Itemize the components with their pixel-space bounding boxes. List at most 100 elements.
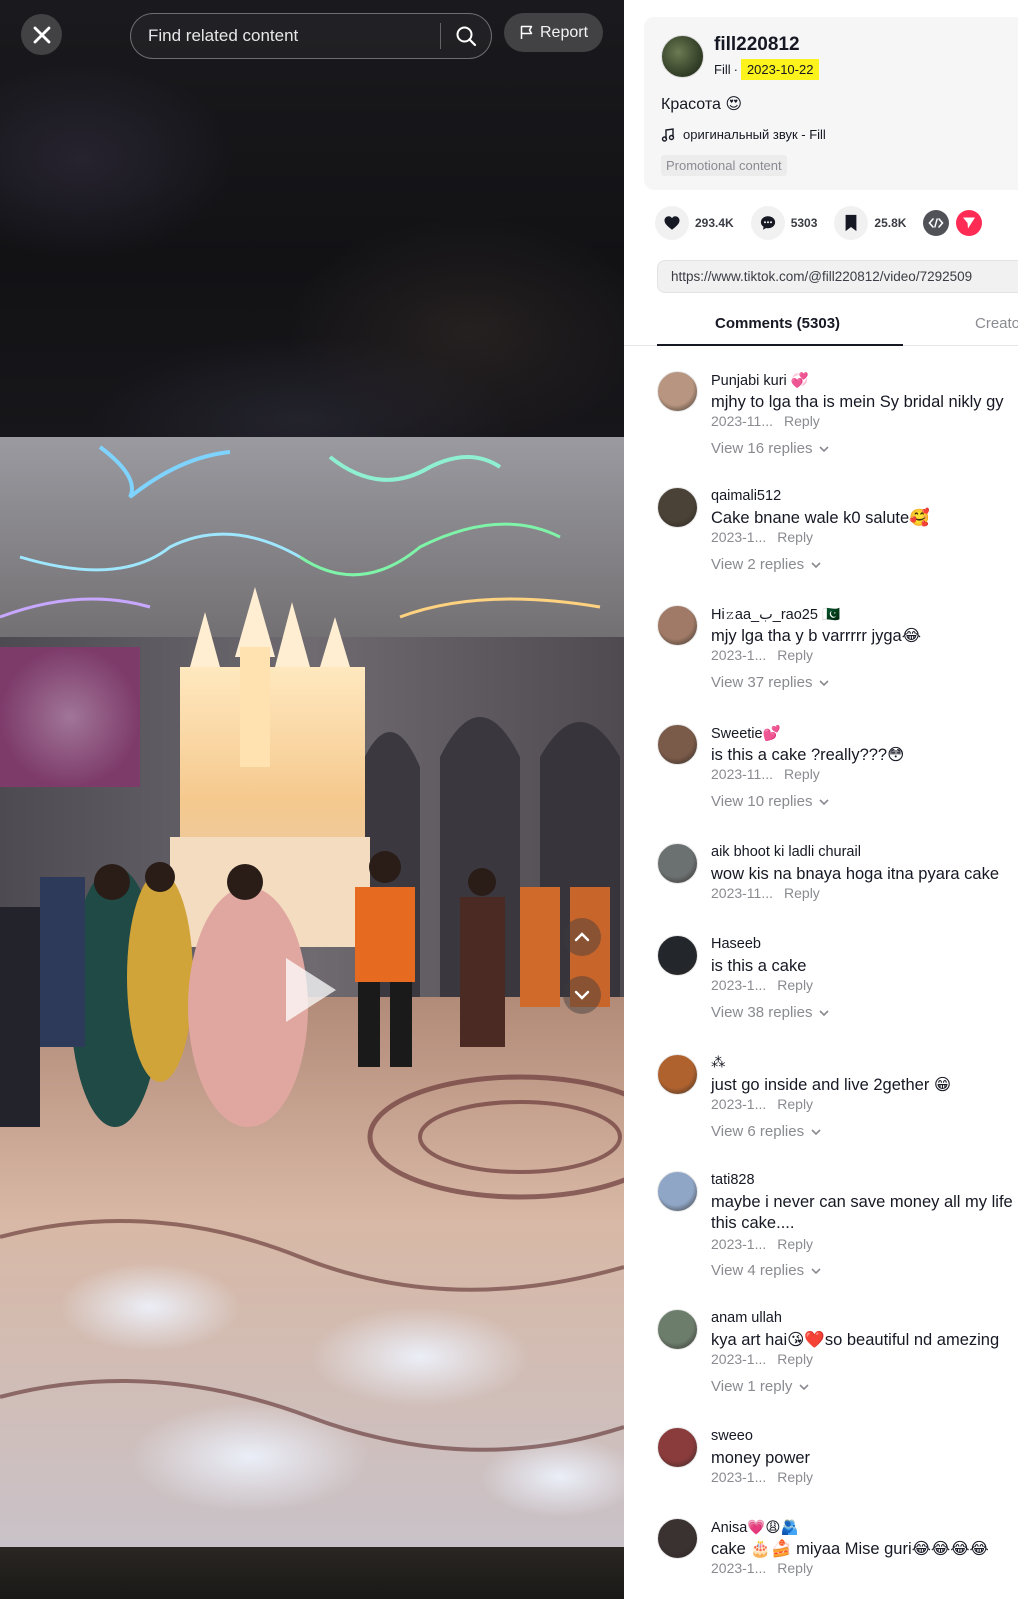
commenter-avatar[interactable] [657, 1309, 698, 1350]
commenter-name[interactable]: sweeo [711, 1428, 753, 1444]
chevron-down-icon [799, 1383, 810, 1390]
video-blurred-backdrop-bottom [0, 1547, 624, 1599]
commenter-avatar[interactable] [657, 1518, 698, 1559]
reply-button[interactable]: Reply [784, 413, 820, 429]
comment-meta: 2023-1... Reply [711, 1236, 813, 1252]
comment-text: cake 🎂🍰 miyaa Mise guri😂😂😂😂 [711, 1540, 989, 1558]
reply-button[interactable]: Reply [777, 977, 813, 993]
close-icon [33, 26, 50, 43]
close-button[interactable] [21, 14, 62, 55]
view-replies-button[interactable]: View 1 reply [711, 1378, 810, 1395]
commenter-name[interactable]: Hi𝚣aa_ب_rao25 🇵🇰 [711, 606, 840, 623]
tab-comments[interactable]: Comments (5303) [715, 315, 840, 332]
view-replies-button[interactable]: View 16 replies [711, 440, 830, 457]
comment-button[interactable]: 5303 [750, 206, 817, 240]
comment-date: 2023-1... [711, 1469, 767, 1485]
commenter-name[interactable]: tati828 [711, 1172, 755, 1188]
view-replies-label: View 1 reply [711, 1378, 793, 1395]
reply-button[interactable]: Reply [777, 1560, 813, 1576]
comment-meta: 2023-1... Reply [711, 647, 813, 663]
share-icon [963, 217, 976, 229]
report-label: Report [539, 23, 589, 41]
heart-icon [664, 216, 680, 230]
reply-button[interactable]: Reply [777, 1351, 813, 1367]
chevron-down-icon [819, 445, 830, 452]
view-replies-label: View 37 replies [711, 674, 813, 691]
author-meta: Fill · 2023-10-22 [714, 59, 820, 80]
report-button[interactable]: Report [504, 13, 603, 52]
commenter-name[interactable]: ⁂ [711, 1055, 726, 1071]
like-button[interactable]: 293.4K [655, 206, 734, 240]
reply-button[interactable]: Reply [777, 1469, 813, 1485]
view-replies-label: View 16 replies [711, 440, 813, 457]
tab-creator-videos[interactable]: Creato [975, 315, 1018, 332]
commenter-avatar[interactable] [657, 935, 698, 976]
commenter-avatar[interactable] [657, 1171, 698, 1212]
commenter-avatar[interactable] [657, 487, 698, 528]
search-button[interactable] [441, 14, 491, 58]
comment-icon [760, 216, 775, 230]
comment-date: 2023-1... [711, 529, 767, 545]
comment-date: 2023-11... [711, 413, 774, 429]
comment-meta: 2023-1... Reply [711, 529, 813, 545]
commenter-avatar[interactable] [657, 843, 698, 884]
next-video-button[interactable] [563, 976, 601, 1014]
commenter-name[interactable]: qaimali512 [711, 488, 781, 504]
copy-link-field[interactable]: https://www.tiktok.com/@fill220812/video… [657, 260, 1018, 293]
comment-date: 2023-1... [711, 1236, 767, 1252]
active-tab-indicator [657, 344, 903, 346]
video-player[interactable]: Report [0, 0, 624, 1599]
chevron-down-icon [819, 1009, 830, 1016]
search-input[interactable] [131, 25, 440, 47]
save-count: 25.8K [874, 216, 907, 230]
sidebar-tabs: Comments (5303) Creato [624, 305, 1018, 346]
embed-button[interactable] [923, 210, 950, 236]
view-replies-button[interactable]: View 37 replies [711, 674, 830, 691]
reply-button[interactable]: Reply [784, 885, 820, 901]
video-blurred-backdrop-top [0, 0, 624, 437]
sound-link[interactable]: оригинальный звук - Fill [661, 127, 826, 142]
commenter-avatar[interactable] [657, 605, 698, 646]
reply-button[interactable]: Reply [777, 529, 813, 545]
view-replies-label: View 38 replies [711, 1004, 813, 1021]
commenter-name[interactable]: Sweetie💕 [711, 725, 781, 742]
play-icon[interactable] [286, 958, 336, 1022]
comment-text: just go inside and live 2gether 😁 [711, 1076, 952, 1094]
view-replies-button[interactable]: View 4 replies [711, 1262, 822, 1279]
previous-video-button[interactable] [563, 918, 601, 956]
reply-button[interactable]: Reply [777, 1096, 813, 1112]
comment-date: 2023-1... [711, 977, 767, 993]
reply-button[interactable]: Reply [777, 647, 813, 663]
view-replies-button[interactable]: View 6 replies [711, 1123, 822, 1140]
send-button[interactable] [956, 210, 983, 236]
view-replies-button[interactable]: View 2 replies [711, 556, 822, 573]
comment-date: 2023-1... [711, 1351, 767, 1367]
comment-meta: 2023-1... Reply [711, 1096, 813, 1112]
commenter-name[interactable]: Anisa💗😩🫂 [711, 1519, 799, 1536]
commenter-name[interactable]: Haseeb [711, 936, 761, 952]
video-caption: Красота 😍 [661, 96, 743, 113]
comment-meta: 2023-11... Reply [711, 413, 820, 429]
commenter-avatar[interactable] [657, 371, 698, 412]
commenter-name[interactable]: anam ullah [711, 1310, 782, 1326]
commenter-name[interactable]: Punjabi kuri 💞 [711, 372, 809, 389]
author-avatar[interactable] [661, 35, 704, 78]
bookmark-icon [846, 214, 857, 232]
music-note-icon [661, 127, 675, 142]
comment-text: mjy lga tha y b varrrrr jyga😂 [711, 627, 921, 645]
commenter-avatar[interactable] [657, 1427, 698, 1468]
comment-date: 2023-11... [711, 885, 774, 901]
commenter-name[interactable]: aik bhoot ki ladli churail [711, 844, 861, 860]
embed-icon [928, 218, 945, 228]
reply-button[interactable]: Reply [777, 1236, 813, 1252]
search-icon [456, 26, 477, 47]
view-replies-button[interactable]: View 10 replies [711, 793, 830, 810]
chevron-up-icon [574, 932, 590, 942]
reply-button[interactable]: Reply [784, 766, 820, 782]
commenter-avatar[interactable] [657, 1054, 698, 1095]
commenter-avatar[interactable] [657, 724, 698, 765]
author-username[interactable]: fill220812 [714, 34, 800, 56]
chevron-down-icon [819, 798, 830, 805]
save-button[interactable]: 25.8K [834, 206, 906, 240]
view-replies-button[interactable]: View 38 replies [711, 1004, 830, 1021]
